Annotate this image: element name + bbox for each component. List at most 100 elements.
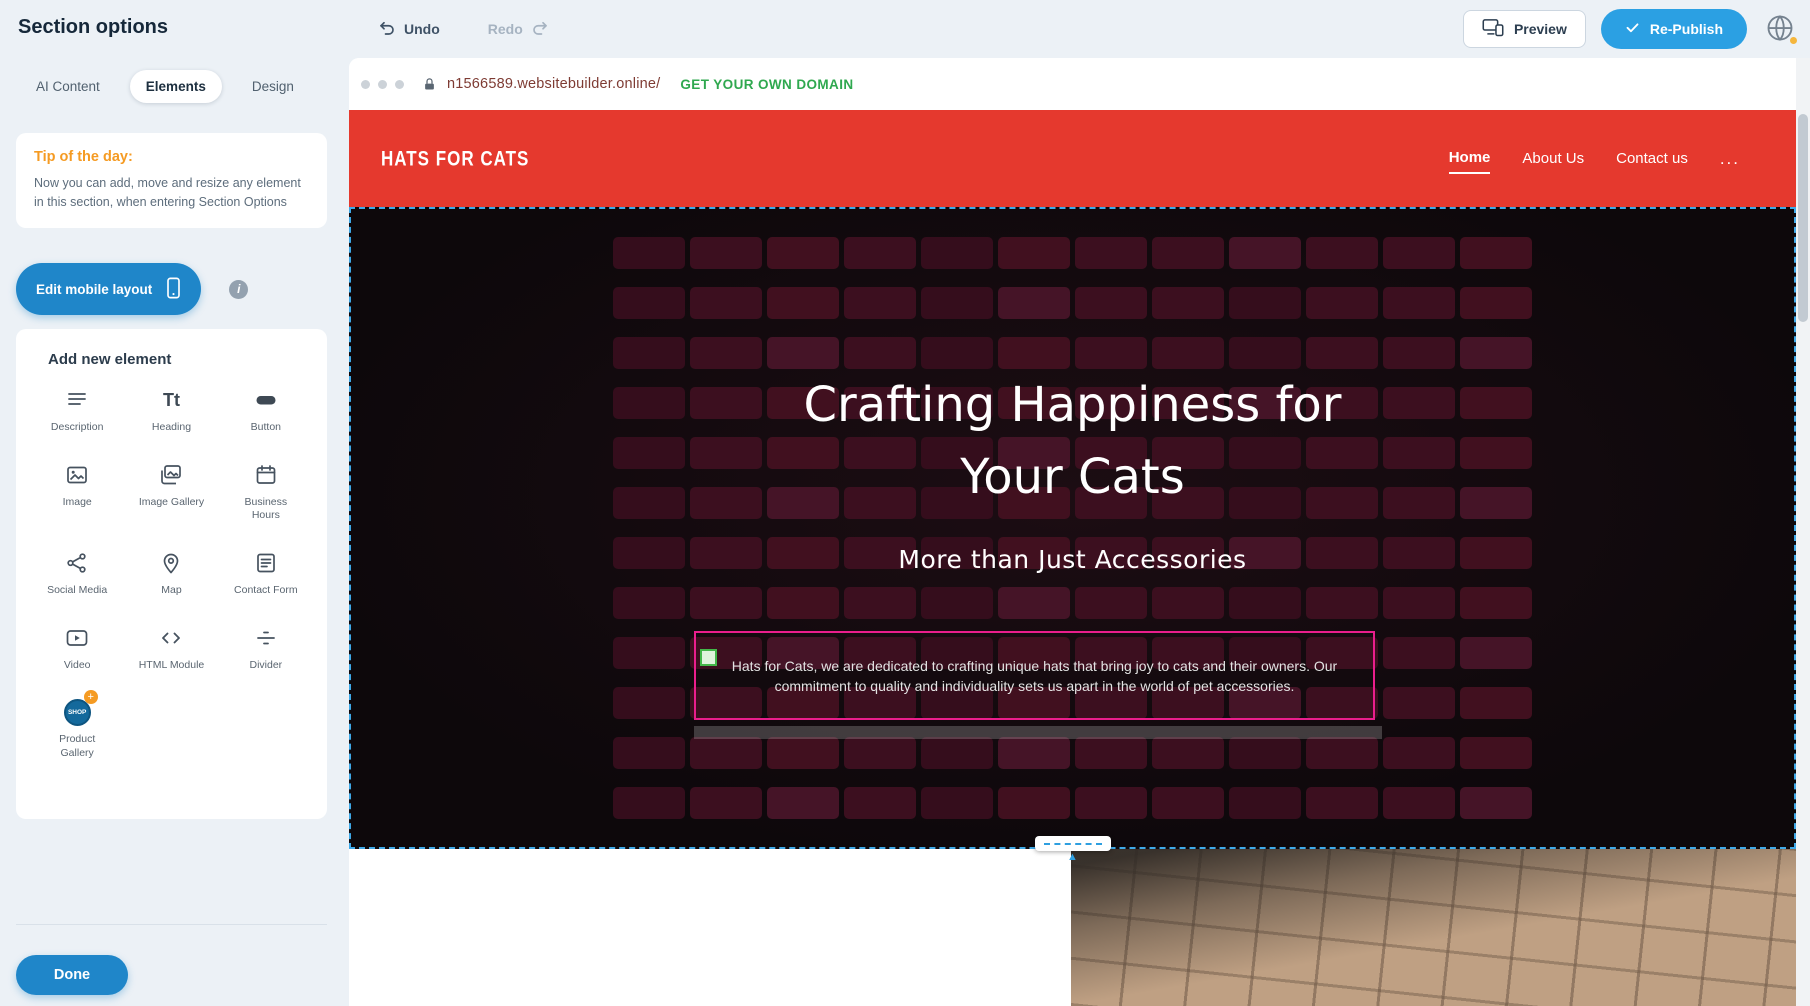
section-resize-handle[interactable]: ▲ (1035, 836, 1111, 862)
below-white-area (349, 849, 1071, 1006)
window-dot (395, 80, 404, 89)
element-contact-form[interactable]: Contact Form (219, 549, 313, 598)
element-label: Map (161, 584, 181, 598)
redo-button[interactable]: Redo (482, 18, 555, 41)
element-label: Video (64, 659, 91, 673)
tab-elements[interactable]: Elements (130, 70, 222, 103)
element-button[interactable]: Button (219, 386, 313, 435)
topbar-actions: Preview Re-Publish (1463, 0, 1798, 58)
app: Section options Undo Redo Preview (0, 0, 1810, 1006)
nav-contact-us[interactable]: Contact us (1616, 144, 1688, 173)
nav-home[interactable]: Home (1449, 143, 1491, 174)
undo-icon (378, 19, 396, 40)
hero-headline[interactable]: Crafting Happiness for Your Cats (349, 369, 1796, 513)
element-image-gallery[interactable]: Image Gallery (124, 461, 218, 523)
window-dots (361, 80, 404, 89)
element-label: Divider (249, 659, 282, 673)
site-preview-stage: n1566589.websitebuilder.online/ GET YOUR… (349, 58, 1810, 1006)
resize-pill (1035, 836, 1111, 851)
product-gallery-icon: SHOP + (64, 698, 91, 726)
sidebar: AI Content Elements Design Tip of the da… (0, 58, 349, 1006)
republish-button[interactable]: Re-Publish (1601, 9, 1747, 49)
sidebar-divider (16, 924, 327, 925)
page-title: Section options (18, 16, 168, 39)
tip-body: Now you can add, move and resize any ele… (34, 174, 304, 212)
element-label: Social Media (47, 584, 107, 598)
redo-icon (531, 19, 549, 40)
contact-form-icon (254, 549, 278, 577)
plus-badge-icon: + (84, 690, 98, 704)
tab-ai-content[interactable]: AI Content (20, 70, 116, 103)
element-product-gallery[interactable]: SHOP + Product Gallery (30, 698, 124, 760)
redo-label: Redo (488, 21, 523, 37)
html-module-icon (159, 624, 183, 652)
nav-about-us[interactable]: About Us (1522, 144, 1584, 173)
site-logo[interactable]: HATS FOR CATS (381, 146, 529, 171)
element-map[interactable]: Map (124, 549, 218, 598)
edit-mobile-label: Edit mobile layout (36, 282, 152, 297)
window-dot (361, 80, 370, 89)
element-social-media[interactable]: Social Media (30, 549, 124, 598)
get-your-own-domain-link[interactable]: GET YOUR OWN DOMAIN (674, 76, 859, 93)
image-icon (65, 461, 89, 489)
hero-section-selected[interactable]: Crafting Happiness for Your Cats More th… (349, 207, 1796, 849)
section-below (349, 849, 1796, 1006)
element-html-module[interactable]: HTML Module (124, 624, 218, 673)
site-header: HATS FOR CATS Home About Us Contact us .… (349, 110, 1796, 207)
element-label: Contact Form (234, 584, 298, 598)
element-image[interactable]: Image (30, 461, 124, 523)
notification-dot (1790, 37, 1797, 44)
lock-icon (422, 76, 437, 93)
preview-button[interactable]: Preview (1463, 10, 1586, 48)
undo-button[interactable]: Undo (372, 18, 446, 41)
tip-title: Tip of the day: (34, 149, 309, 165)
resize-dash-icon (1044, 843, 1102, 845)
element-divider[interactable]: Divider (219, 624, 313, 673)
browser-chrome: n1566589.websitebuilder.online/ GET YOUR… (349, 58, 1810, 111)
element-video[interactable]: Video (30, 624, 124, 673)
element-label: Button (251, 421, 281, 435)
element-grid: Description Tt Heading Button Image Imag… (30, 386, 313, 760)
add-element-title: Add new element (48, 351, 313, 368)
add-element-panel: Add new element Description Tt Heading B… (16, 329, 327, 819)
selected-text-element[interactable]: Hats for Cats, we are dedicated to craft… (694, 631, 1375, 720)
scrollbar-thumb[interactable] (1798, 114, 1808, 322)
element-label: Description (51, 421, 104, 435)
tab-design[interactable]: Design (236, 70, 310, 103)
mobile-layout-row: Edit mobile layout i (16, 263, 248, 315)
language-globe-button[interactable] (1762, 11, 1798, 47)
info-icon[interactable]: i (229, 280, 248, 299)
image-gallery-icon (159, 461, 183, 489)
edit-mobile-layout-button[interactable]: Edit mobile layout (16, 263, 201, 315)
hero-subheadline[interactable]: More than Just Accessories (349, 545, 1796, 574)
resize-arrow-icon: ▲ (1067, 852, 1078, 862)
heading-icon: Tt (163, 386, 180, 414)
element-label: Heading (152, 421, 191, 435)
element-description[interactable]: Description (30, 386, 124, 435)
sidebar-tabs: AI Content Elements Design (20, 70, 310, 103)
republish-label: Re-Publish (1650, 21, 1723, 37)
element-business-hours[interactable]: Business Hours (219, 461, 313, 523)
element-drag-handle[interactable] (700, 649, 717, 666)
history-controls: Undo Redo (372, 0, 555, 58)
button-icon (254, 386, 278, 414)
phone-icon (166, 277, 181, 302)
nav-more-button[interactable]: ... (1720, 143, 1740, 175)
top-bar: Section options Undo Redo Preview (0, 0, 1810, 58)
element-heading[interactable]: Tt Heading (124, 386, 218, 435)
check-icon (1625, 20, 1640, 38)
site-nav: Home About Us Contact us ... (1449, 143, 1740, 175)
element-shadow-strip (694, 726, 1382, 739)
tip-of-the-day-card: Tip of the day: Now you can add, move an… (16, 133, 327, 228)
address-bar-url[interactable]: n1566589.websitebuilder.online/ (447, 76, 660, 92)
scrollbar-track[interactable] (1796, 58, 1810, 1006)
map-icon (159, 549, 183, 577)
done-button[interactable]: Done (16, 955, 128, 995)
element-label: Business Hours (230, 496, 302, 523)
preview-label: Preview (1514, 21, 1567, 37)
element-label: Image Gallery (139, 496, 204, 510)
element-label: Product Gallery (41, 733, 113, 760)
hero-paragraph[interactable]: Hats for Cats, we are dedicated to craft… (696, 656, 1373, 696)
divider-icon (254, 624, 278, 652)
undo-label: Undo (404, 21, 440, 37)
